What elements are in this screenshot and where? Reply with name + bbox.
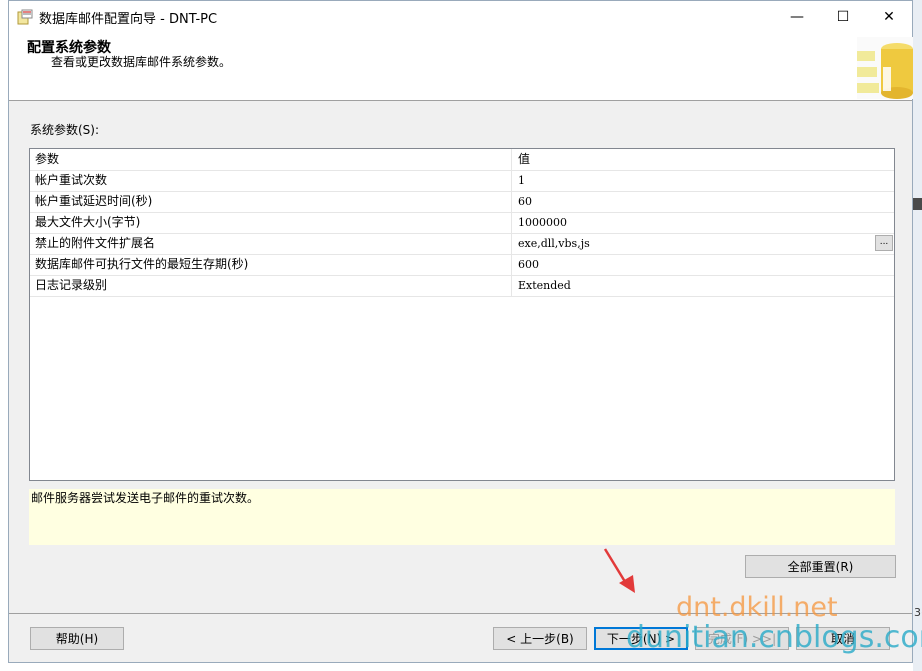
grid-row[interactable]: 帐户重试次数 1 [30,170,894,192]
grid-header-row: 参数 值 [30,149,894,171]
back-button[interactable]: < 上一步(B) [493,627,587,650]
description-text: 邮件服务器尝试发送电子邮件的重试次数。 [31,491,260,505]
param-value[interactable]: 600 [518,254,878,275]
param-value[interactable]: 1000000 [518,212,878,233]
param-name: 禁止的附件文件扩展名 [35,236,156,250]
watermark-line1: dnt.dkill.net [676,592,838,623]
ellipsis-button[interactable]: ... [875,235,893,251]
page-subtitle: 查看或更改数据库邮件系统参数。 [51,55,232,69]
description-panel: 邮件服务器尝试发送电子邮件的重试次数。 [29,489,895,545]
desktop-background [913,0,922,671]
wizard-window: 数据库邮件配置向导 - DNT-PC — ☐ ✕ 配置系统参数 查看或更改数据库… [8,0,913,663]
window-title: 数据库邮件配置向导 - DNT-PC [39,12,218,27]
grid-row[interactable]: 日志记录级别 Extended [30,275,894,297]
red-arrow-icon [603,548,635,593]
param-name: 日志记录级别 [35,278,108,292]
param-name: 帐户重试次数 [35,173,108,187]
column-header-value[interactable]: 值 [518,149,878,170]
system-params-label: 系统参数(S): [30,123,100,137]
minimize-button[interactable]: — [774,1,820,32]
param-value[interactable]: Extended [518,275,878,296]
desktop-fragment [913,198,922,210]
column-header-param[interactable]: 参数 [35,149,511,170]
params-grid: 参数 值 帐户重试次数 1 帐户重试延迟时间(秒) 60 最大文件大小(字节) … [29,148,895,481]
param-value[interactable]: 60 [518,191,878,212]
param-value[interactable]: 1 [518,170,878,191]
app-icon [17,9,33,25]
param-value[interactable]: exe,dll,vbs,js [518,233,878,254]
grid-row[interactable]: 禁止的附件文件扩展名 exe,dll,vbs,js ... [30,233,894,255]
grid-row[interactable]: 最大文件大小(字节) 1000000 [30,212,894,234]
title-bar[interactable]: 数据库邮件配置向导 - DNT-PC — ☐ ✕ [9,1,912,32]
param-name: 帐户重试延迟时间(秒) [35,194,153,208]
param-name: 数据库邮件可执行文件的最短生存期(秒) [35,257,249,271]
desktop-fragment-text: 3( [914,606,922,619]
wizard-header: 配置系统参数 查看或更改数据库邮件系统参数。 [9,32,913,101]
close-button[interactable]: ✕ [866,1,912,32]
database-icon [857,37,913,99]
maximize-button[interactable]: ☐ [820,1,866,32]
reset-all-button[interactable]: 全部重置(R) [745,555,896,578]
grid-row[interactable]: 帐户重试延迟时间(秒) 60 [30,191,894,213]
watermark-line2: dunitian.cnblogs.com [626,620,922,655]
param-name: 最大文件大小(字节) [35,215,141,229]
grid-row[interactable]: 数据库邮件可执行文件的最短生存期(秒) 600 [30,254,894,276]
help-button[interactable]: 帮助(H) [30,627,124,650]
